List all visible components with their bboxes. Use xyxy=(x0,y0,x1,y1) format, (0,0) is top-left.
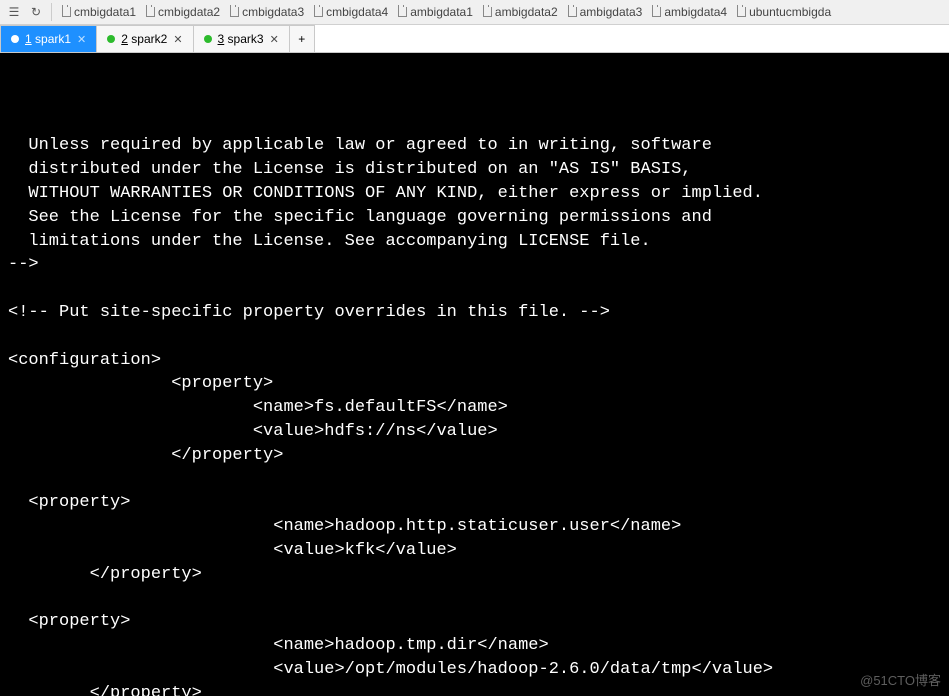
bookmark-label: cmbigdata4 xyxy=(326,5,388,19)
terminal-output: Unless required by applicable law or agr… xyxy=(8,111,941,696)
bookmark-item[interactable]: ambigdata3 xyxy=(563,5,648,19)
bookmark-icon xyxy=(483,7,492,17)
session-tab[interactable]: 3 spark3 ✕ xyxy=(193,25,290,52)
tab-label: 1 spark1 xyxy=(25,32,71,46)
bookmark-label: ambigdata3 xyxy=(580,5,643,19)
new-tab-button[interactable]: + xyxy=(289,25,315,52)
bookmark-icon xyxy=(652,7,661,17)
bookmark-item[interactable]: cmbigdata3 xyxy=(225,5,309,19)
bookmark-icon xyxy=(737,7,746,17)
bookmark-icon xyxy=(568,7,577,17)
bookmark-toolbar: ☰ ↻ cmbigdata1 cmbigdata2 cmbigdata3 cmbigd… xyxy=(0,0,949,25)
separator xyxy=(51,3,52,21)
session-tab-bar: 1 spark1 ✕ 2 spark2 ✕ 3 spark3 ✕ + xyxy=(0,25,949,53)
bookmark-label: ubuntucmbigda xyxy=(749,5,831,19)
bookmark-label: ambigdata4 xyxy=(664,5,727,19)
bookmark-item[interactable]: ambigdata2 xyxy=(478,5,563,19)
bookmark-item[interactable]: cmbigdata4 xyxy=(309,5,393,19)
bookmark-item[interactable]: cmbigdata1 xyxy=(57,5,141,19)
close-icon[interactable]: ✕ xyxy=(270,33,279,46)
bookmark-label: cmbigdata3 xyxy=(242,5,304,19)
session-tab[interactable]: 1 spark1 ✕ xyxy=(0,25,97,52)
tab-label: 2 spark2 xyxy=(121,32,167,46)
bookmark-item[interactable]: ambigdata1 xyxy=(393,5,478,19)
bookmark-label: cmbigdata2 xyxy=(158,5,220,19)
bookmark-icon xyxy=(398,7,407,17)
close-icon[interactable]: ✕ xyxy=(77,33,86,46)
bookmark-icon xyxy=(146,7,155,17)
tab-label: 3 spark3 xyxy=(218,32,264,46)
terminal[interactable]: Unless required by applicable law or agr… xyxy=(0,53,949,696)
watermark: @51CTO博客 xyxy=(860,672,941,690)
bookmark-icon xyxy=(62,7,71,17)
bookmark-item[interactable]: cmbigdata2 xyxy=(141,5,225,19)
status-dot-icon xyxy=(107,35,115,43)
toolbar-button[interactable]: ☰ xyxy=(4,2,24,22)
bookmark-label: ambigdata1 xyxy=(410,5,473,19)
bookmark-icon xyxy=(230,7,239,17)
bookmark-item[interactable]: ambigdata4 xyxy=(647,5,732,19)
close-icon[interactable]: ✕ xyxy=(173,33,182,46)
bookmark-label: cmbigdata1 xyxy=(74,5,136,19)
bookmark-item[interactable]: ubuntucmbigda xyxy=(732,5,836,19)
status-dot-icon xyxy=(204,35,212,43)
toolbar-button[interactable]: ↻ xyxy=(26,2,46,22)
bookmark-icon xyxy=(314,7,323,17)
status-dot-icon xyxy=(11,35,19,43)
session-tab[interactable]: 2 spark2 ✕ xyxy=(96,25,193,52)
bookmark-label: ambigdata2 xyxy=(495,5,558,19)
